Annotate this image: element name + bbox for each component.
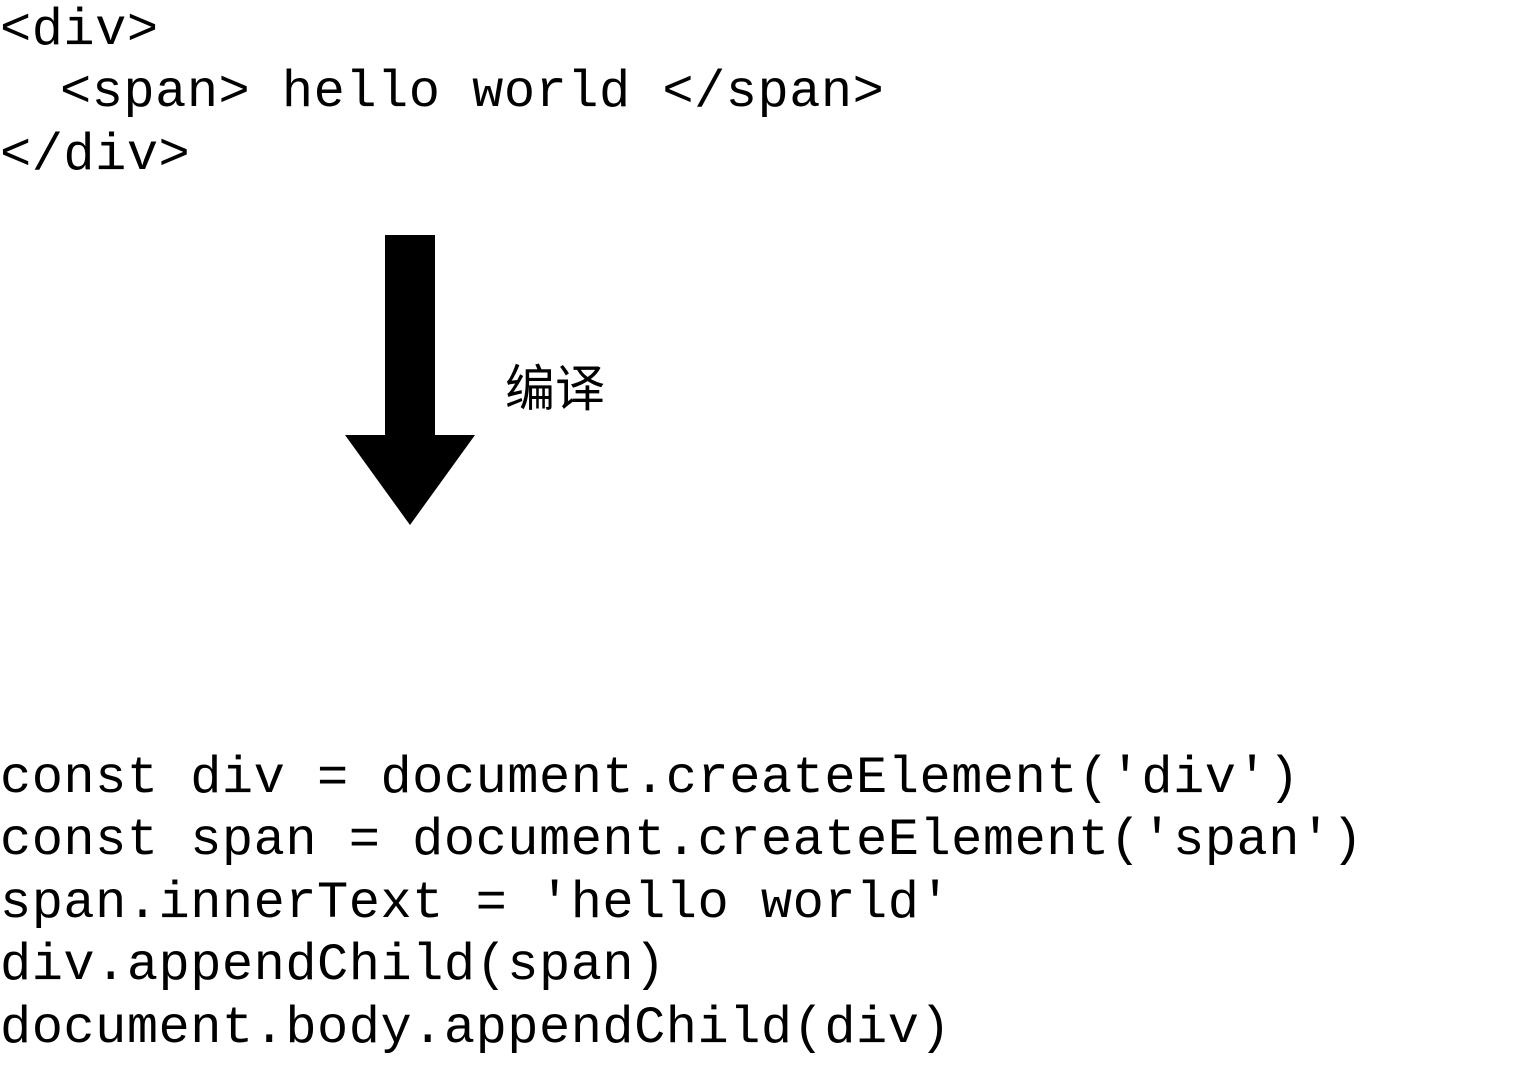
compiled-line-3: span.innerText = 'hello world'	[0, 873, 1363, 935]
compiled-line-5: document.body.appendChild(div)	[0, 998, 1363, 1060]
source-html-code: <div> <span> hello world </span> </div>	[0, 0, 884, 187]
code-line-2: <span> hello world </span>	[0, 62, 884, 124]
code-line-1: <div>	[0, 0, 884, 62]
compile-arrow-container: 编译	[345, 235, 605, 525]
compiled-line-1: const div = document.createElement('div'…	[0, 748, 1363, 810]
compiled-js-code: const div = document.createElement('div'…	[0, 748, 1363, 1060]
compiled-line-2: const span = document.createElement('spa…	[0, 810, 1363, 872]
down-arrow-icon	[345, 235, 475, 525]
code-line-3: </div>	[0, 125, 884, 187]
compiled-line-4: div.appendChild(span)	[0, 935, 1363, 997]
compile-label: 编译	[505, 349, 605, 421]
